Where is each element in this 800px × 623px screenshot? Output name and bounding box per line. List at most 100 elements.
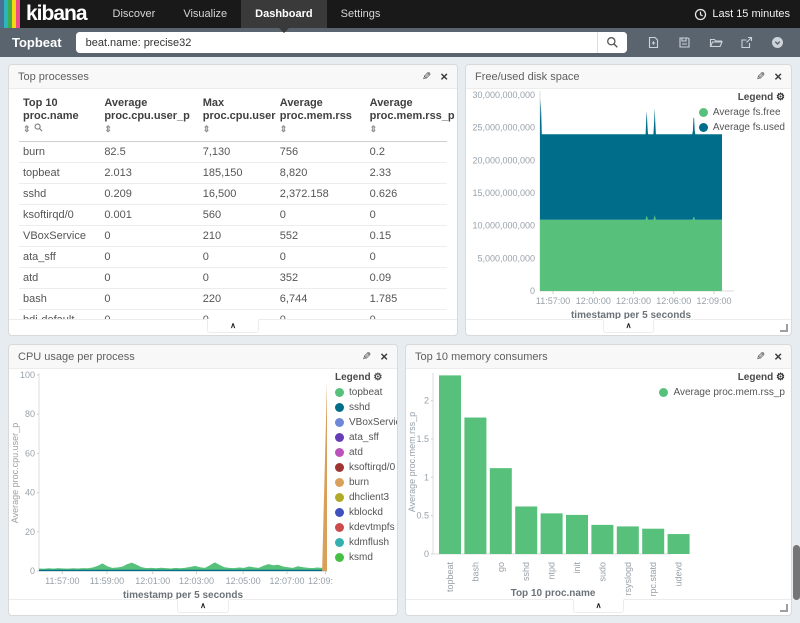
sort-icon[interactable]: ⇕ bbox=[23, 124, 31, 134]
sort-icon[interactable]: ⇕ bbox=[104, 124, 112, 134]
edit-panel-icon[interactable]: ✎ bbox=[422, 70, 431, 83]
sort-icon[interactable]: ⇕ bbox=[203, 124, 211, 134]
close-panel-icon[interactable]: × bbox=[774, 72, 782, 82]
legend-item[interactable]: ata_sff bbox=[335, 432, 397, 443]
search-button[interactable] bbox=[597, 32, 627, 53]
series-area-fs-free bbox=[540, 215, 722, 291]
legend-toggle[interactable]: Legend ⚙ bbox=[659, 372, 785, 383]
scrollbar-thumb[interactable] bbox=[793, 545, 800, 600]
legend-item[interactable]: sshd bbox=[335, 402, 397, 413]
legend-item[interactable]: ksoftirqd/0 bbox=[335, 462, 397, 473]
column-header[interactable]: Averageproc.cpu.user_p ⇕ bbox=[100, 93, 198, 142]
axis-label: Top 10 proc.name bbox=[511, 588, 596, 599]
axis-label: 11:59:00 bbox=[90, 576, 124, 586]
logo-stripes-icon bbox=[0, 0, 20, 28]
share-button[interactable] bbox=[734, 32, 759, 53]
close-panel-icon[interactable]: × bbox=[774, 352, 782, 362]
table-cell: 210 bbox=[199, 226, 276, 247]
legend-item[interactable]: dhclient3 bbox=[335, 492, 397, 503]
sort-icon[interactable]: ⇕ bbox=[370, 124, 378, 134]
dashboard-toolbar: Topbeat bbox=[0, 28, 800, 57]
collapse-panel-button[interactable]: ∧ bbox=[573, 599, 625, 613]
column-header[interactable]: Averageproc.mem.rss_p ⇕ bbox=[366, 93, 447, 142]
collapse-panel-button[interactable]: ∧ bbox=[207, 319, 259, 333]
column-header[interactable]: Averageproc.mem.rss ⇕ bbox=[276, 93, 366, 142]
legend-item[interactable]: ksmd bbox=[335, 552, 397, 563]
timepicker-button[interactable]: Last 15 minutes bbox=[684, 0, 800, 28]
edit-panel-icon[interactable]: ✎ bbox=[362, 350, 371, 363]
close-panel-icon[interactable]: × bbox=[440, 72, 448, 82]
legend-item[interactable]: kdmflush bbox=[335, 537, 397, 548]
top-navbar: kibana DiscoverVisualizeDashboardSetting… bbox=[0, 0, 800, 28]
nav-item-visualize[interactable]: Visualize bbox=[169, 0, 241, 28]
legend-item[interactable]: VBoxService bbox=[335, 417, 397, 428]
circle-arrow-down-icon bbox=[771, 36, 784, 49]
new-dashboard-button[interactable] bbox=[641, 32, 666, 53]
panel-header[interactable]: Top processes ✎ × bbox=[9, 65, 457, 89]
nav-item-settings[interactable]: Settings bbox=[327, 0, 395, 28]
nav-item-discover[interactable]: Discover bbox=[99, 0, 170, 28]
legend-item[interactable]: Average proc.mem.rss_p bbox=[659, 387, 785, 398]
legend-item-label: Average fs.free bbox=[713, 107, 781, 118]
axis-label: 20 bbox=[25, 527, 35, 537]
resize-handle[interactable] bbox=[780, 604, 788, 612]
axis-label: topbeat bbox=[445, 562, 455, 593]
table-row: bdi-default0000 bbox=[19, 310, 447, 320]
collapse-panel-button[interactable]: ∧ bbox=[177, 599, 229, 613]
table-cell: 82.5 bbox=[100, 142, 198, 163]
axis-label: 1.5 bbox=[416, 434, 429, 444]
sort-icon[interactable]: ⇕ bbox=[280, 124, 288, 134]
close-panel-icon[interactable]: × bbox=[380, 352, 388, 362]
table-cell: 0 bbox=[199, 247, 276, 268]
query-input[interactable] bbox=[76, 32, 597, 53]
legend-toggle[interactable]: Legend ⚙ bbox=[699, 92, 785, 103]
legend-item-label: topbeat bbox=[349, 387, 382, 398]
nav-item-dashboard[interactable]: Dashboard bbox=[241, 0, 326, 28]
search-icon bbox=[606, 36, 619, 49]
legend-item-label: Average fs.used bbox=[713, 122, 785, 133]
panel-header[interactable]: Free/used disk space ✎ × bbox=[466, 65, 791, 89]
legend-item-label: ksoftirqd/0 bbox=[349, 462, 395, 473]
panel-header[interactable]: CPU usage per process ✎ × bbox=[9, 345, 397, 369]
legend: Legend ⚙ Average proc.mem.rss_p bbox=[659, 372, 785, 398]
save-dashboard-button[interactable] bbox=[672, 32, 697, 53]
collapse-panel-button[interactable]: ∧ bbox=[603, 319, 655, 333]
legend-item-label: Average proc.mem.rss_p bbox=[673, 387, 785, 398]
new-document-icon bbox=[647, 36, 660, 49]
table-cell: ata_sff bbox=[19, 247, 100, 268]
legend-item-label: dhclient3 bbox=[349, 492, 389, 503]
legend-item[interactable]: Average fs.free bbox=[699, 107, 785, 118]
resize-handle[interactable] bbox=[780, 324, 788, 332]
column-header[interactable]: Maxproc.cpu.user ⇕ bbox=[199, 93, 276, 142]
edit-panel-icon[interactable]: ✎ bbox=[756, 350, 765, 363]
table-cell: 0.15 bbox=[366, 226, 447, 247]
legend-color-dot bbox=[335, 508, 344, 517]
legend-gear-icon[interactable]: ⚙ bbox=[776, 92, 785, 103]
kibana-logo[interactable]: kibana bbox=[0, 0, 99, 28]
edit-panel-icon[interactable]: ✎ bbox=[756, 70, 765, 83]
panel-header[interactable]: Top 10 memory consumers ✎ × bbox=[406, 345, 791, 369]
table-cell: ksoftirqd/0 bbox=[19, 205, 100, 226]
brand-text: kibana bbox=[20, 0, 99, 28]
legend-toggle[interactable]: Legend ⚙ bbox=[335, 372, 397, 383]
collapse-button[interactable] bbox=[765, 32, 790, 53]
table-cell: 756 bbox=[276, 142, 366, 163]
legend-item[interactable]: kblockd bbox=[335, 507, 397, 518]
legend-item[interactable]: topbeat bbox=[335, 387, 397, 398]
legend-gear-icon[interactable]: ⚙ bbox=[776, 372, 785, 383]
table-cell: 0.09 bbox=[366, 268, 447, 289]
legend-item[interactable]: atd bbox=[335, 447, 397, 458]
column-header[interactable]: Top 10 proc.name⇕ bbox=[19, 93, 100, 142]
legend-item[interactable]: kdevtmpfs bbox=[335, 522, 397, 533]
column-search-icon[interactable] bbox=[34, 123, 43, 132]
legend: Legend ⚙ topbeat sshd VBoxService ata_sffatd… bbox=[335, 372, 397, 563]
legend-item[interactable]: Average fs.used bbox=[699, 122, 785, 133]
axis-label: 40 bbox=[25, 488, 35, 498]
aggregation-table: Top 10 proc.name⇕ Averageproc.cpu.user_p… bbox=[19, 93, 447, 319]
clock-icon bbox=[694, 8, 707, 21]
legend-item[interactable]: burn bbox=[335, 477, 397, 488]
table-cell: 2.33 bbox=[366, 163, 447, 184]
load-dashboard-button[interactable] bbox=[703, 32, 728, 53]
legend-gear-icon[interactable]: ⚙ bbox=[373, 372, 382, 383]
axis-label: 0 bbox=[530, 286, 535, 296]
